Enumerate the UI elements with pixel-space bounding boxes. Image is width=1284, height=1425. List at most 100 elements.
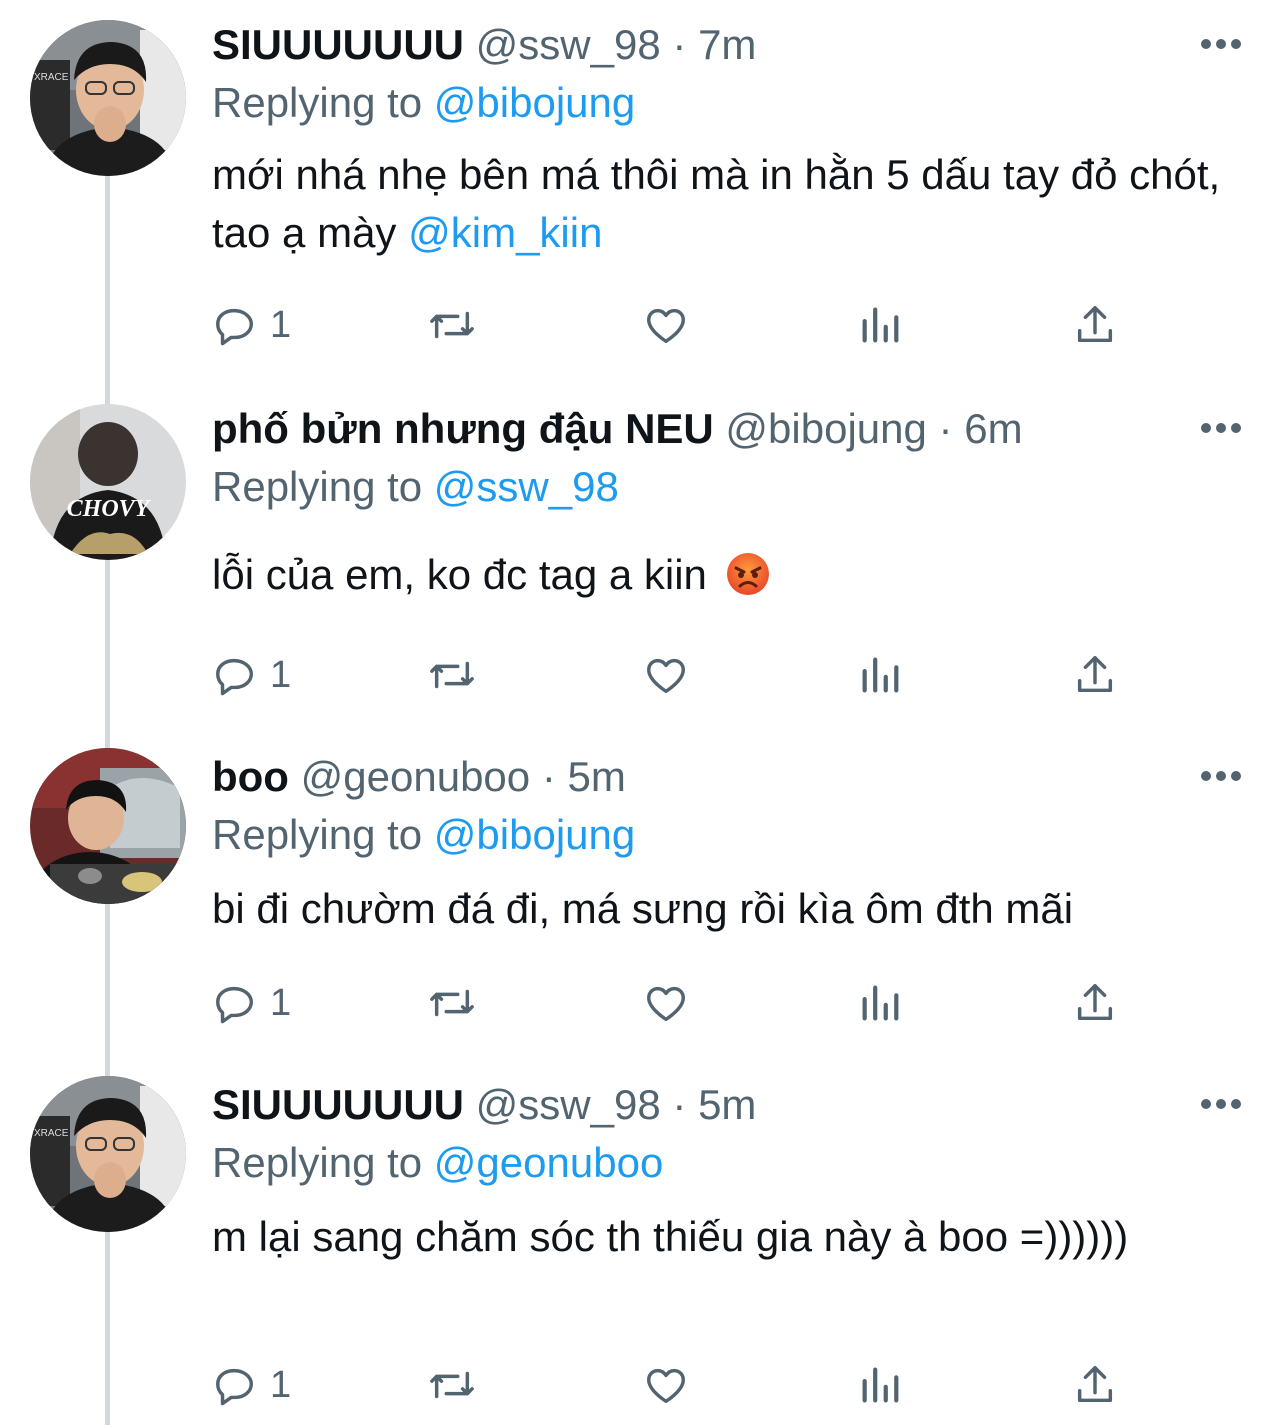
share-button[interactable] [1072,1360,1118,1410]
views-button[interactable] [858,1360,902,1410]
action-bar: 1 [212,650,1132,700]
share-button[interactable] [1072,650,1118,700]
tweet[interactable]: CHOVY phố bửn nhưng đậu NEU @bibojung · … [0,404,1284,724]
tweet-header: SIUUUUUUU @ssw_98 · 7m [212,20,756,70]
display-name[interactable]: boo [212,753,289,800]
replying-to-mention[interactable]: @bibojung [434,811,635,858]
user-handle[interactable]: @ssw_98 [476,1081,661,1128]
more-icon[interactable] [1200,38,1242,50]
more-icon[interactable] [1200,1098,1242,1110]
reply-count: 1 [270,1363,292,1406]
tweet-text-content: mới nhá nhẹ bên má thôi mà in hằn 5 dấu … [212,151,1221,256]
views-icon [862,307,899,343]
tweet-header: boo @geonuboo · 5m [212,752,626,802]
timestamp[interactable]: 7m [698,21,756,68]
avatar[interactable]: CHOVY [30,404,186,560]
reply-button[interactable]: 1 [212,300,291,350]
user-handle[interactable]: @bibojung [725,405,926,452]
replying-to: Replying to @bibojung [212,78,635,128]
views-button[interactable] [858,300,902,350]
user-handle[interactable]: @ssw_98 [476,21,661,68]
replying-to-label: Replying to [212,79,423,126]
tweet-text: m lại sang chăm sóc th thiếu gia này à b… [212,1208,1172,1266]
retweet-icon [430,311,474,339]
retweet-icon [430,661,474,689]
share-icon [1077,306,1113,343]
reply-icon [216,308,254,346]
timestamp[interactable]: 6m [964,405,1022,452]
views-button[interactable] [858,978,902,1028]
replying-to-mention[interactable]: @bibojung [434,79,635,126]
separator-dot: · [672,1081,687,1128]
replying-to: Replying to @geonuboo [212,1138,663,1188]
retweet-button[interactable] [426,650,478,700]
share-icon [1077,1366,1113,1403]
reply-button[interactable]: 1 [212,1360,291,1410]
retweet-button[interactable] [426,978,478,1028]
views-icon [862,1367,899,1403]
like-button[interactable] [642,650,690,700]
reply-count: 1 [270,981,292,1024]
more-icon[interactable] [1200,422,1242,434]
retweet-icon [430,1371,474,1399]
svg-text:XRACE: XRACE [34,72,69,83]
action-bar: 1 [212,1360,1132,1410]
tweet-text-mention[interactable]: @kim_kiin [408,209,602,256]
avatar[interactable]: XRACE [30,1076,186,1232]
timestamp[interactable]: 5m [698,1081,756,1128]
like-icon [647,986,685,1022]
tweet-text-content: m lại sang chăm sóc th thiếu gia này à b… [212,1213,1129,1260]
timestamp[interactable]: 5m [568,753,626,800]
separator-dot: · [938,405,953,452]
like-icon [647,658,685,694]
action-bar: 1 [212,300,1132,350]
views-button[interactable] [858,650,902,700]
separator-dot: · [541,753,556,800]
share-button[interactable] [1072,300,1118,350]
more-icon[interactable] [1200,770,1242,782]
svg-text:XRACE: XRACE [34,1128,69,1139]
tweet[interactable]: XRACE SIUUUUUUU @ssw_98 · 7m Replying to… [0,20,1284,380]
tweet[interactable]: boo @geonuboo · 5m Replying to @bibojung… [0,748,1284,1052]
avatar[interactable] [30,748,186,904]
angry-face-emoji-icon [726,553,769,595]
avatar[interactable]: XRACE [30,20,186,176]
reply-icon [216,658,254,696]
tweet-text: lỗi của em, ko đc tag a kiin [212,546,1222,604]
share-button[interactable] [1072,978,1118,1028]
share-icon [1077,984,1113,1021]
reply-count: 1 [270,653,292,696]
tweet-header: phố bửn nhưng đậu NEU @bibojung · 6m [212,404,1023,454]
like-button[interactable] [642,1360,690,1410]
replying-to-mention[interactable]: @geonuboo [434,1139,664,1186]
tweet-text-content: bi đi chườm đá đi, má sưng rồi kìa ôm đt… [212,885,1074,932]
like-icon [647,308,685,344]
like-button[interactable] [642,978,690,1028]
display-name[interactable]: SIUUUUUUU [212,21,464,68]
action-bar: 1 [212,978,1132,1028]
user-handle[interactable]: @geonuboo [301,753,531,800]
share-icon [1077,656,1113,693]
like-button[interactable] [642,300,690,350]
replying-to-mention[interactable]: @ssw_98 [434,463,619,510]
display-name[interactable]: SIUUUUUUU [212,1081,464,1128]
tweet-text: mới nhá nhẹ bên má thôi mà in hằn 5 dấu … [212,146,1222,262]
tweet-text-content: lỗi của em, ko đc tag a kiin [212,551,707,598]
reply-button[interactable]: 1 [212,650,291,700]
replying-to-label: Replying to [212,811,423,858]
like-icon [647,1368,685,1404]
tweet[interactable]: XRACE SIUUUUUUU @ssw_98 · 5m Replying to… [0,1076,1284,1425]
retweet-button[interactable] [426,1360,478,1410]
reply-icon [216,986,254,1024]
tweet-header: SIUUUUUUU @ssw_98 · 5m [212,1080,756,1130]
replying-to-label: Replying to [212,463,423,510]
reply-button[interactable]: 1 [212,978,291,1028]
reply-count: 1 [270,303,292,346]
replying-to-label: Replying to [212,1139,423,1186]
views-icon [862,985,899,1021]
replying-to: Replying to @bibojung [212,810,635,860]
retweet-button[interactable] [426,300,478,350]
replying-to: Replying to @ssw_98 [212,462,619,512]
tweet-text: bi đi chườm đá đi, má sưng rồi kìa ôm đt… [212,880,1222,938]
display-name[interactable]: phố bửn nhưng đậu NEU [212,405,714,452]
